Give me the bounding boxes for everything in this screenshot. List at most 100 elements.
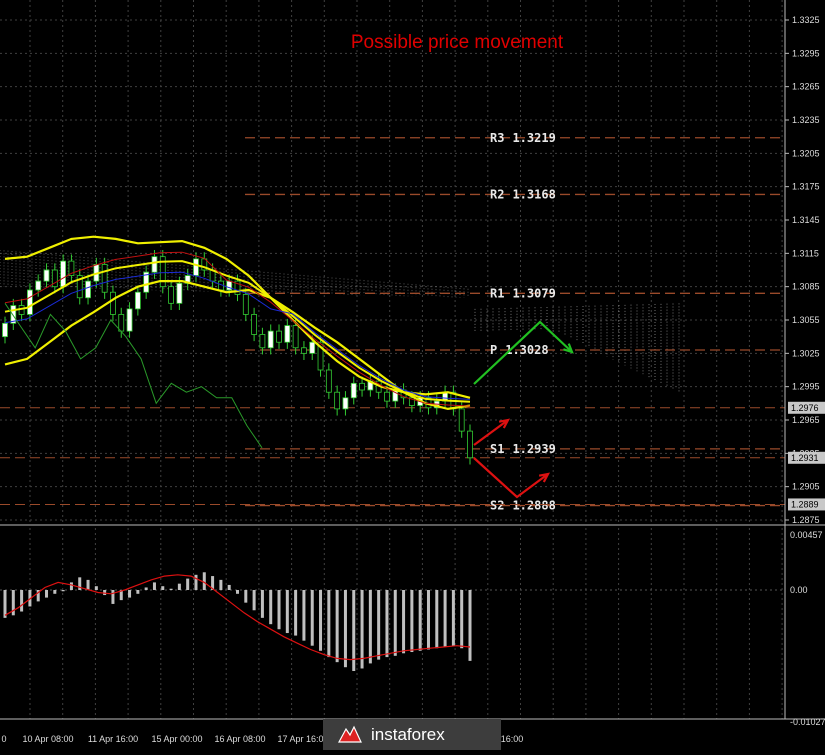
candle-body (242, 294, 249, 315)
candle-body (309, 341, 316, 354)
instaforex-logo: instaforex (323, 719, 501, 750)
macd-bar (402, 590, 406, 654)
macd-bar (294, 590, 298, 636)
macd-tick-label: 0.00457 (790, 530, 823, 540)
macd-bar (285, 590, 289, 634)
candle-body (193, 258, 199, 276)
level-label: R1 1.3079 (490, 286, 556, 300)
candle-body (458, 408, 465, 432)
candle-body (276, 330, 282, 343)
level-name: R3 (490, 131, 504, 145)
candle-body (251, 314, 258, 335)
candle-body (359, 382, 365, 391)
chart-stage: R3 1.3219 R2 1.3168 R1 1.3079 P 1.3028 S1 1.2939 S… (0, 0, 825, 750)
macd-bar (443, 590, 447, 647)
candle-body (259, 334, 266, 349)
candle-body (85, 280, 91, 299)
level-label: P 1.3028 (490, 343, 549, 357)
candle-body (325, 369, 332, 393)
macd-bar (385, 590, 389, 658)
macd-bar (368, 590, 372, 664)
macd-bar (186, 578, 190, 590)
level-value: 1.3219 (512, 131, 555, 145)
price-tick-label: 1.3265 (792, 82, 820, 92)
macd-bar (20, 590, 24, 612)
time-tick-label: 16:00 (501, 734, 524, 744)
candle-body (350, 382, 357, 399)
macd-bar (310, 590, 314, 646)
macd-signal-line (4, 574, 471, 661)
candle-body (301, 347, 307, 354)
macd-bar (460, 590, 464, 649)
macd-bar (161, 586, 165, 590)
macd-bar (343, 590, 347, 668)
macd-bar (335, 590, 339, 663)
candle-body (134, 291, 141, 310)
macd-bar (128, 590, 132, 598)
price-tick-label: 1.3115 (792, 248, 819, 258)
level-name: S2 (490, 499, 504, 513)
candle-body (110, 291, 116, 315)
price-panel: R3 1.3219R2 1.3168R1 1.3079P 1.3028S1 1.2939S… (0, 131, 785, 513)
price-tick-label: 1.2995 (792, 382, 820, 392)
time-tick-label: 17 Apr 16:00 (277, 734, 328, 744)
macd-bar (410, 590, 414, 653)
macd-bar (319, 590, 323, 651)
price-badge-label: 1.2931 (791, 453, 819, 463)
chart-title: Possible price movement (351, 32, 564, 53)
level-label: S1 1.2939 (490, 442, 556, 456)
candle-body (126, 308, 133, 332)
price-tick-label: 1.3025 (792, 348, 820, 358)
bollinger-band-upper (4, 235, 471, 399)
candle-body (118, 314, 125, 332)
level-name: R1 (490, 286, 504, 300)
candle-body (292, 325, 299, 349)
candle-body (43, 269, 50, 282)
candle-body (176, 282, 183, 304)
macd-panel (0, 572, 785, 672)
price-tick-label: 1.3235 (792, 115, 820, 125)
candle-body (467, 430, 473, 459)
macd-bar (302, 590, 306, 641)
candle-body (384, 391, 390, 402)
logo-text: instaforex (371, 724, 445, 744)
candle-body (2, 322, 8, 338)
level-name: R2 (490, 187, 504, 201)
candle-body (168, 286, 174, 304)
level-label: S2 1.2888 (490, 499, 556, 513)
macd-bar (277, 590, 281, 630)
macd-bar (468, 590, 472, 661)
macd-bar (244, 590, 248, 603)
macd-bar (86, 579, 90, 590)
candle-body (35, 280, 42, 291)
price-tick-label: 1.2875 (792, 515, 820, 525)
macd-bar (94, 586, 98, 590)
candle-body (60, 260, 67, 288)
macd-bar (269, 590, 273, 625)
price-tick-label: 1.3055 (792, 315, 820, 325)
macd-bar (61, 590, 65, 592)
candle-body (284, 325, 291, 343)
level-value: 1.2939 (512, 442, 555, 456)
macd-bar (236, 590, 239, 594)
macd-bar (418, 590, 422, 651)
macd-bar (3, 590, 7, 618)
macd-bar (327, 590, 331, 658)
price-tick-label: 1.3325 (792, 15, 820, 25)
macd-bar (152, 582, 156, 590)
macd-bar (53, 590, 57, 594)
price-tick-label: 1.3175 (792, 182, 820, 192)
time-tick-label: 0 (1, 734, 6, 744)
price-badge-label: 1.2889 (791, 499, 819, 509)
macd-bar (360, 590, 364, 669)
macd-bar (194, 574, 198, 590)
candle-body (334, 391, 341, 410)
macd-bar (136, 590, 140, 594)
time-tick-label: 15 Apr 00:00 (151, 734, 202, 744)
price-tick-label: 1.3145 (792, 215, 820, 225)
lagging-span (4, 303, 263, 449)
candle-body (267, 330, 274, 349)
instaforex-logo-icon (337, 725, 362, 743)
macd-bar (111, 590, 115, 604)
price-badge-label: 1.2976 (791, 403, 819, 413)
